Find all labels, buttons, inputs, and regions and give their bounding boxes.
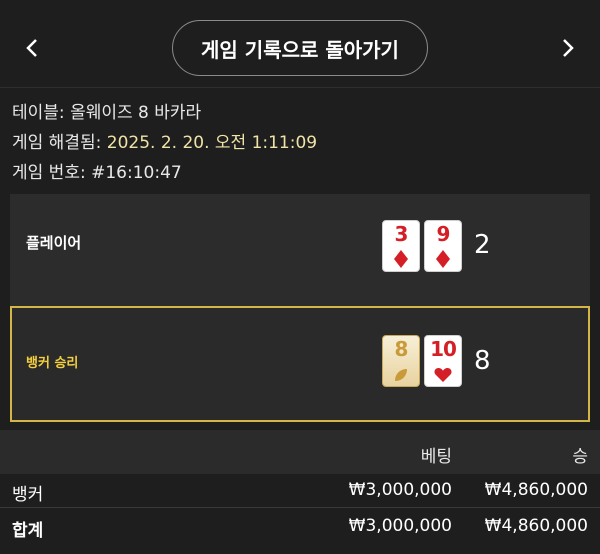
- playing-card: 8: [382, 335, 420, 387]
- game-number-row: 게임 번호: #16:10:47: [12, 158, 317, 188]
- next-game-button[interactable]: [548, 28, 588, 68]
- game-number-label: 게임 번호:: [12, 163, 86, 183]
- card-rank: 3: [394, 222, 409, 246]
- table-value: 올웨이즈 8 바카라: [70, 103, 202, 123]
- total-row: 합계 ₩3,000,000 ₩4,860,000: [0, 508, 600, 546]
- diamond-icon: [425, 250, 461, 268]
- player-total: 2: [474, 230, 491, 260]
- bet-name: 뱅커: [12, 485, 44, 505]
- resolved-label: 게임 해결됨:: [12, 133, 102, 153]
- player-hand: 플레이어 3 9 2: [10, 194, 590, 306]
- resolved-info-row: 게임 해결됨: 2025. 2. 20. 오전 1:11:09: [12, 128, 317, 158]
- player-hand-label: 플레이어: [26, 234, 82, 252]
- table-label: 테이블:: [12, 103, 65, 123]
- column-header-bet: 베팅: [420, 447, 452, 467]
- column-header-win: 승: [572, 447, 588, 467]
- card-rank: 10: [430, 337, 457, 361]
- table-info-row: 테이블: 올웨이즈 8 바카라: [12, 98, 317, 128]
- total-label: 합계: [12, 521, 44, 541]
- game-number-value: #16:10:47: [91, 163, 182, 183]
- banker-total: 8: [474, 346, 491, 376]
- chevron-left-icon: [26, 39, 37, 57]
- total-bet-amount: ₩3,000,000: [348, 516, 452, 536]
- resolved-value: 2025. 2. 20. 오전 1:11:09: [106, 133, 318, 153]
- header: 게임 기록으로 돌아가기: [0, 0, 600, 88]
- banker-cards: 8 10: [382, 335, 462, 387]
- total-win-amount: ₩4,860,000: [484, 516, 588, 536]
- banker-hand: 뱅커 승리 8 10 8: [10, 306, 590, 422]
- player-cards: 3 9: [382, 220, 462, 272]
- card-rank: 9: [436, 222, 451, 246]
- playing-card: 9: [424, 220, 462, 272]
- prev-game-button[interactable]: [12, 28, 52, 68]
- heart-icon: [425, 367, 461, 383]
- bets-table-header: 베팅 승: [0, 430, 600, 474]
- playing-card: 10: [424, 335, 462, 387]
- win-amount: ₩4,860,000: [484, 480, 588, 500]
- bets-table: 베팅 승 뱅커 ₩3,000,000 ₩4,860,000 합계 ₩3,000,…: [0, 430, 600, 554]
- bet-amount: ₩3,000,000: [348, 480, 452, 500]
- table-row: 뱅커 ₩3,000,000 ₩4,860,000: [0, 474, 600, 508]
- playing-card: 3: [382, 220, 420, 272]
- back-to-history-button[interactable]: 게임 기록으로 돌아가기: [172, 20, 428, 76]
- card-rank: 8: [394, 337, 409, 361]
- game-info: 테이블: 올웨이즈 8 바카라 게임 해결됨: 2025. 2. 20. 오전 …: [12, 98, 317, 188]
- chevron-right-icon: [563, 39, 574, 57]
- leaf-icon: [383, 367, 419, 383]
- banker-hand-label: 뱅커 승리: [26, 356, 79, 371]
- diamond-icon: [383, 250, 419, 268]
